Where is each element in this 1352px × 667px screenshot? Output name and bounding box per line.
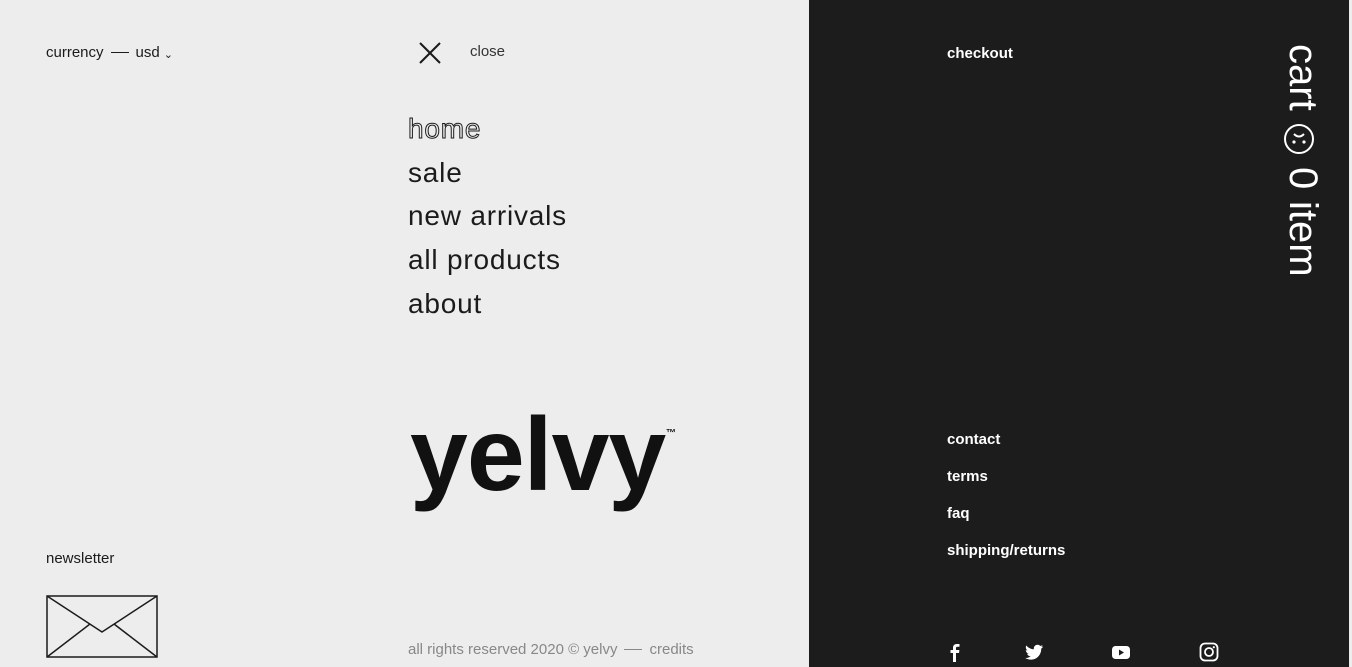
youtube-icon[interactable] — [1111, 642, 1131, 662]
cart-sidebar: checkout cart 0 item contact terms faq s… — [809, 0, 1349, 667]
brand-logo: yelvy — [410, 397, 666, 513]
dash-divider — [624, 649, 643, 650]
menu-overlay: currency usd ⌄ close home sale new arriv… — [0, 0, 809, 667]
close-icon[interactable] — [418, 41, 442, 65]
close-button[interactable]: close — [470, 43, 505, 60]
newsletter-label: newsletter — [46, 550, 115, 567]
currency-label: currency — [46, 44, 104, 61]
instagram-icon[interactable] — [1199, 642, 1219, 662]
cart-count: 0 — [1281, 166, 1325, 189]
smiley-icon — [1284, 123, 1319, 155]
terms-link[interactable]: terms — [947, 468, 1065, 505]
trademark-mark: ™ — [666, 428, 676, 439]
menu-item-sale[interactable]: sale — [408, 153, 567, 197]
dash-divider — [110, 52, 129, 53]
menu-item-all-products[interactable]: all products — [408, 240, 567, 284]
menu-item-home[interactable]: home — [408, 109, 567, 153]
envelope-icon[interactable] — [46, 595, 158, 658]
chevron-down-icon: ⌄ — [163, 49, 173, 61]
cart-unit: item — [1281, 200, 1325, 277]
currency-selector[interactable]: currency usd ⌄ — [46, 44, 173, 61]
menu-item-about[interactable]: about — [408, 284, 567, 328]
currency-value: usd — [135, 44, 160, 61]
shipping-returns-link[interactable]: shipping/returns — [947, 542, 1065, 579]
twitter-icon[interactable] — [1024, 642, 1044, 662]
contact-link[interactable]: contact — [947, 431, 1065, 468]
menu-item-new-arrivals[interactable]: new arrivals — [408, 196, 567, 240]
checkout-link[interactable]: checkout — [947, 45, 1013, 62]
main-menu: home sale new arrivals all products abou… — [408, 109, 567, 327]
footer-copyright: all rights reserved 2020 © yelvy credits — [408, 641, 694, 658]
credits-link[interactable]: credits — [649, 641, 693, 658]
cart-label: cart — [1281, 44, 1325, 111]
copyright-text: all rights reserved 2020 © yelvy — [408, 641, 618, 658]
facebook-icon[interactable] — [945, 642, 965, 662]
faq-link[interactable]: faq — [947, 505, 1065, 542]
info-links: contact terms faq shipping/returns — [947, 431, 1065, 579]
cart-toggle[interactable]: cart 0 item — [1281, 44, 1325, 277]
